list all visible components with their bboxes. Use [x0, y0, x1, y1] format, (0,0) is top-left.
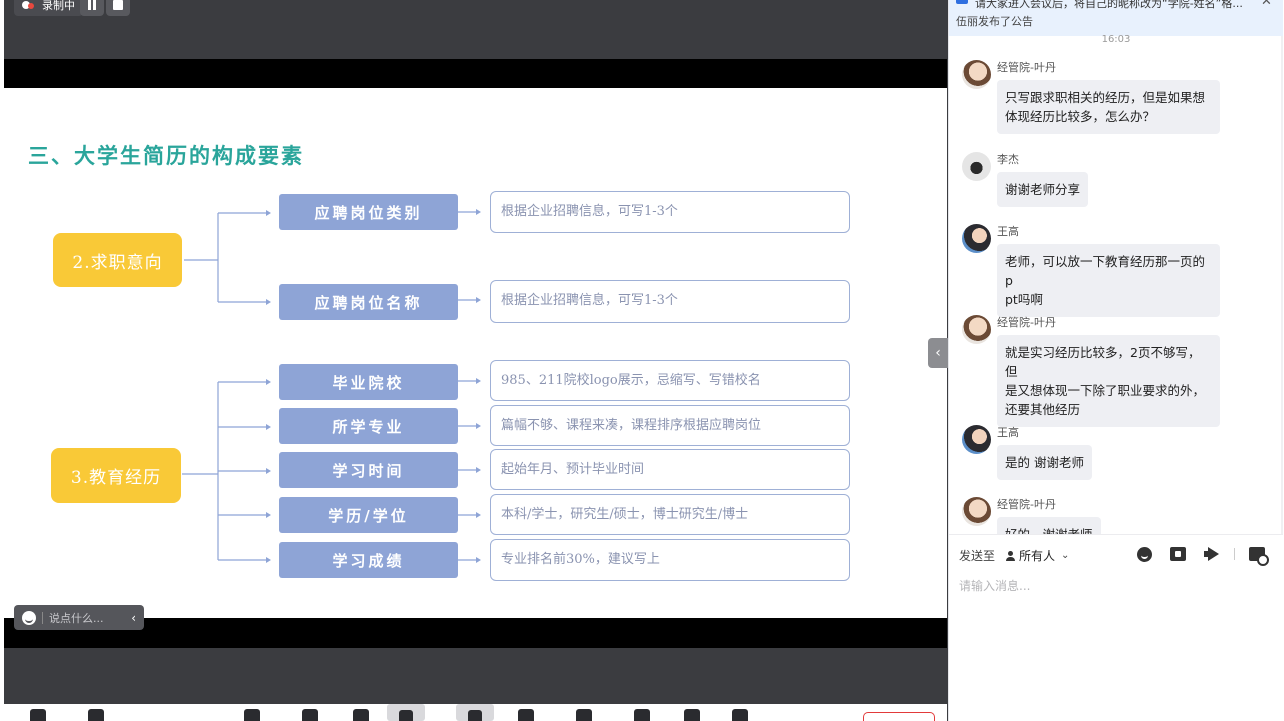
item-major: 所学专业 — [279, 408, 458, 444]
avatar[interactable] — [962, 60, 991, 89]
recording-indicator: 录制中 — [14, 0, 83, 16]
interpreter-icon[interactable] — [634, 709, 650, 721]
message-input[interactable] — [959, 576, 1273, 596]
meeting-toolbar — [4, 704, 947, 721]
sender-name: 王高 — [997, 426, 1019, 439]
message-line: 只写跟求职相关的经历，但是如果想 — [1005, 90, 1206, 105]
section-label-job-intent: 2.求职意向 — [53, 233, 182, 287]
emoji-icon[interactable] — [1137, 547, 1152, 562]
chat-icon[interactable] — [456, 704, 494, 721]
letterbox-top — [4, 59, 947, 88]
sender-name: 李杰 — [997, 153, 1019, 166]
manage-members-icon[interactable] — [387, 704, 425, 721]
avatar[interactable] — [962, 315, 991, 344]
message-line: 是又想体现一下除了职业要求的外， — [1005, 383, 1206, 398]
chevron-down-icon: ⌄ — [1061, 550, 1070, 561]
message-line: 老师，可以放一下教育经历那一页的p — [1005, 254, 1206, 288]
message-bubble: 就是实习经历比较多，2页不够写，但 是又想体现一下除了职业要求的外， 还要其他经… — [997, 335, 1220, 427]
sender-name: 经管院-叶丹 — [997, 61, 1056, 74]
message-line: 就是实习经历比较多，2页不够写，但 — [1005, 345, 1201, 379]
stop-recording-button[interactable] — [106, 0, 130, 16]
item-study-period: 学习时间 — [279, 452, 458, 488]
message-bubble: 谢谢老师分享 — [997, 172, 1089, 207]
letterbox-bottom — [4, 618, 947, 648]
divider — [1234, 548, 1235, 560]
chat-settings-icon[interactable] — [1249, 547, 1269, 566]
message-line: 还要其他经历 — [1005, 402, 1081, 417]
item-degree: 学历/学位 — [279, 497, 458, 533]
message-bubble: 是的 谢谢老师 — [997, 445, 1092, 480]
avatar[interactable] — [962, 425, 991, 454]
avatar[interactable] — [962, 224, 991, 253]
recipient-selector[interactable]: 所有人 ⌄ — [1005, 547, 1069, 564]
recipient-value: 所有人 — [1019, 549, 1056, 563]
say-something-bar[interactable]: 说点什么... ‹ — [14, 605, 144, 630]
chat-panel: 请大家进入会议后，将自己的昵称改为“学院-姓名”格... ✕ 伍丽发布了公告 1… — [948, 0, 1284, 721]
megaphone-icon[interactable] — [1204, 547, 1220, 561]
security-icon[interactable] — [302, 709, 318, 721]
sender-name: 王高 — [997, 225, 1019, 238]
announcement-icon — [956, 0, 968, 4]
recording-label: 录制中 — [42, 0, 75, 12]
desc-job-title: 根据企业招聘信息，可写1-3个 — [490, 280, 850, 323]
message-bubble: 只写跟求职相关的经历，但是如果想 体现经历比较多，怎么办？ — [997, 80, 1220, 134]
collapse-panel-button[interactable]: ‹ — [928, 338, 948, 368]
pause-recording-button[interactable] — [80, 0, 104, 16]
layout-icon[interactable] — [684, 709, 700, 721]
end-meeting-button[interactable] — [863, 712, 935, 721]
presentation-slide: 三、大学生简历的构成要素 2.求职意向 应聘岗位类别 根据企业招聘信息，可写1-… — [4, 88, 947, 618]
message-bubble: 老师，可以放一下教育经历那一页的p pt吗啊 — [997, 244, 1220, 317]
meeting-app-window: 录制中 三、大学生简历的构成要素 2.求职意向 应聘岗位类别 根据企业招聘信息，… — [0, 0, 1284, 721]
apps-icon[interactable] — [576, 709, 592, 721]
announcement-text: 请大家进入会议后，将自己的昵称改为“学院-姓名”格... — [975, 0, 1243, 10]
item-grades: 学习成绩 — [279, 542, 458, 578]
announcement-banner[interactable]: 请大家进入会议后，将自己的昵称改为“学院-姓名”格... ✕ 伍丽发布了公告 — [949, 0, 1283, 36]
message-line: 谢谢老师分享 — [1005, 182, 1081, 197]
desc-grades: 专业排名前30%，建议写上 — [490, 539, 850, 581]
section-label-education: 3.教育经历 — [51, 448, 181, 503]
item-job-title: 应聘岗位名称 — [279, 284, 458, 320]
item-job-category: 应聘岗位类别 — [279, 194, 458, 230]
shared-screen-area: 录制中 三、大学生简历的构成要素 2.求职意向 应聘岗位类别 根据企业招聘信息，… — [0, 0, 948, 721]
chat-compose-toolbar: 发送至 所有人 ⌄ — [949, 534, 1283, 574]
settings-icon[interactable] — [732, 709, 748, 721]
collapse-arrow-icon[interactable]: ‹ — [131, 611, 136, 625]
scrollbar[interactable] — [1281, 36, 1283, 534]
divider — [42, 611, 43, 624]
message-bubble: 好的，谢谢老师 — [997, 517, 1101, 534]
emoji-icon[interactable] — [22, 610, 36, 625]
person-icon — [1005, 550, 1015, 561]
announcement-subtitle: 伍丽发布了公告 — [956, 15, 1033, 28]
message-list[interactable]: 经管院-叶丹 只写跟求职相关的经历，但是如果想 体现经历比较多，怎么办？ 李杰 … — [949, 44, 1283, 534]
item-school: 毕业院校 — [279, 364, 458, 400]
say-something-placeholder: 说点什么... — [49, 611, 104, 625]
desc-study-period: 起始年月、预计毕业时间 — [490, 449, 850, 490]
slide-title: 三、大学生简历的构成要素 — [28, 143, 304, 168]
avatar[interactable] — [962, 497, 991, 526]
stop-video-icon[interactable] — [88, 709, 104, 721]
record-icon[interactable] — [518, 709, 534, 721]
desc-degree: 本科/学士，研究生/硕士，博士研究生/博士 — [490, 494, 850, 535]
desc-major: 篇幅不够、课程来凑，课程排序根据应聘岗位 — [490, 405, 850, 446]
desc-job-category: 根据企业招聘信息，可写1-3个 — [490, 191, 850, 233]
file-icon[interactable] — [1170, 547, 1186, 561]
share-screen-icon[interactable] — [244, 709, 260, 721]
desc-school: 985、211院校logo展示，忌缩写、写错校名 — [490, 360, 850, 401]
message-line: 体现经历比较多，怎么办？ — [1005, 109, 1156, 124]
message-line: 是的 谢谢老师 — [1005, 455, 1084, 470]
message-line: pt吗啊 — [1005, 292, 1043, 307]
sender-name: 经管院-叶丹 — [997, 316, 1056, 329]
close-icon[interactable]: ✕ — [1261, 0, 1272, 9]
mute-mic-icon[interactable] — [30, 709, 46, 721]
message-line: 好的，谢谢老师 — [1005, 525, 1093, 534]
send-to-label: 发送至 — [959, 549, 996, 563]
sender-name: 经管院-叶丹 — [997, 498, 1056, 511]
avatar[interactable] — [962, 152, 991, 181]
recording-icon — [22, 0, 36, 10]
participants-icon[interactable] — [353, 709, 369, 721]
